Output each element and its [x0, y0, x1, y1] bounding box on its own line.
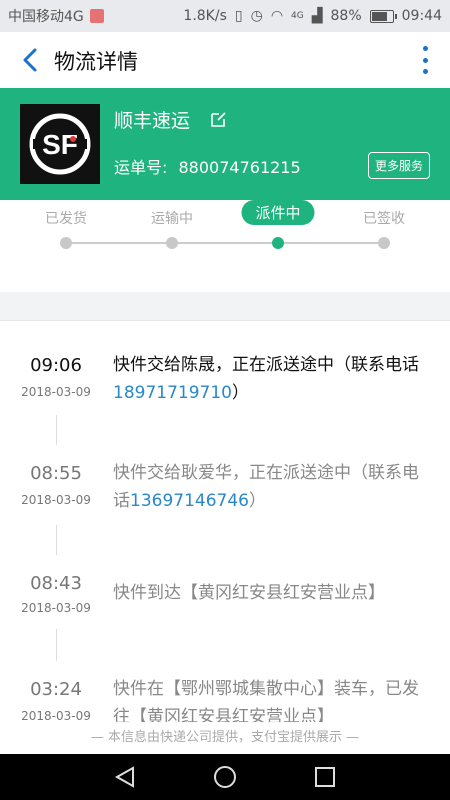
timeline-description: 快件交给耿爱华，正在派送途中（联系电话13697146746）: [113, 459, 433, 515]
tracking-timeline: 09:06 2018-03-09 快件交给陈晟，正在派送途中（联系电话 18971…: [0, 321, 450, 753]
timeline-text: 快件交给陈晟，正在派送途中（联系电话: [113, 355, 419, 375]
timeline-text: 快件在【鄂州鄂城集散中心】装车，已发往【黄冈红安县红安营业点】: [113, 679, 419, 727]
battery-icon: [369, 9, 397, 23]
waybill-number: 880074761215: [178, 158, 301, 177]
wifi-icon: ◠: [270, 8, 284, 24]
chevron-left-icon: [23, 48, 37, 72]
timeline-description: 快件交给陈晟，正在派送途中（联系电话 18971719710）: [113, 351, 433, 407]
more-dot: [422, 57, 428, 63]
edit-icon[interactable]: [210, 110, 228, 128]
timeline-time: 09:06: [30, 355, 82, 376]
timeline-text-tail: ）: [248, 491, 266, 511]
step-dot-shipped: [60, 237, 72, 249]
signal-icon: ▟: [311, 8, 323, 24]
timeline-time: 08:43: [30, 573, 82, 594]
app-header: 物流详情: [0, 32, 450, 88]
nav-back-button[interactable]: [113, 765, 137, 789]
timeline-time: 08:55: [30, 463, 82, 484]
alarm-icon: ◷: [250, 8, 263, 24]
timeline-text-tail: ）: [231, 383, 249, 403]
square-recents-icon: [315, 767, 335, 787]
system-nav-bar: [0, 754, 450, 800]
step-label-delivering: 派件中: [241, 200, 315, 225]
more-dot: [422, 69, 428, 74]
svg-text:SF: SF: [42, 129, 78, 160]
progress-track: [66, 242, 384, 244]
section-divider: [0, 292, 450, 321]
carrier-card: SF 顺丰速运 运单号: 880074761215 更多服务: [0, 88, 450, 200]
sf-express-logo-icon: SF: [29, 113, 91, 175]
more-dots-icon: [422, 46, 428, 51]
step-label-shipped: 已发货: [45, 211, 87, 227]
step-dot-delivering: [272, 237, 284, 249]
timeline-connector: [56, 415, 57, 445]
back-button[interactable]: [14, 42, 46, 78]
timeline-connector: [56, 525, 57, 555]
network-speed: 1.8K/s: [183, 8, 227, 24]
step-label-signed: 已签收: [363, 211, 405, 227]
waybill-label: 运单号:: [114, 158, 168, 177]
carrier-name: 顺丰速运: [114, 110, 191, 132]
waybill-row: 运单号: 880074761215: [114, 154, 301, 178]
timeline-date: 2018-03-09: [21, 709, 91, 723]
vibrate-icon: ▯: [234, 8, 243, 24]
phone-link[interactable]: 13697146746: [130, 491, 249, 511]
more-menu-button[interactable]: [418, 46, 432, 74]
step-label-in-transit: 运输中: [151, 211, 193, 227]
phone-link[interactable]: 18971719710: [113, 383, 232, 403]
status-time: 09:44: [401, 8, 442, 24]
network-type: 4G: [291, 11, 304, 21]
timeline-connector: [56, 629, 57, 661]
nav-home-button[interactable]: [213, 765, 237, 789]
timeline-date: 2018-03-09: [21, 493, 91, 507]
page-title: 物流详情: [54, 50, 138, 74]
timeline-text: 快件到达【黄冈红安县红安营业点】: [113, 583, 385, 603]
status-carrier: 中国移动4G: [8, 9, 84, 25]
timeline-description: 快件到达【黄冈红安县红安营业点】: [113, 579, 433, 607]
timeline-date: 2018-03-09: [21, 385, 91, 399]
more-service-button[interactable]: 更多服务: [367, 152, 430, 179]
step-dot-signed: [378, 237, 390, 249]
circle-home-icon: [214, 766, 236, 788]
sf-logo: SF: [20, 104, 100, 184]
timeline-date: 2018-03-09: [21, 601, 91, 615]
pencil-icon: [211, 112, 226, 127]
footer-note: — 本信息由快递公司提供，支付宝提供展示 —: [0, 722, 450, 754]
triangle-back-icon: [114, 766, 134, 788]
battery-fill: [371, 11, 388, 21]
delivery-progress: 已发货 运输中 派件中 已签收: [0, 200, 450, 292]
step-dot-in-transit: [166, 237, 178, 249]
notification-icon: [89, 9, 104, 23]
battery-percent: 88%: [330, 8, 362, 24]
status-bar: 中国移动4G 1.8K/s ▯ ◷ ◠ 4G ▟ 88% 09:44: [0, 0, 450, 32]
nav-recents-button[interactable]: [313, 765, 337, 789]
timeline-time: 03:24: [30, 679, 82, 700]
